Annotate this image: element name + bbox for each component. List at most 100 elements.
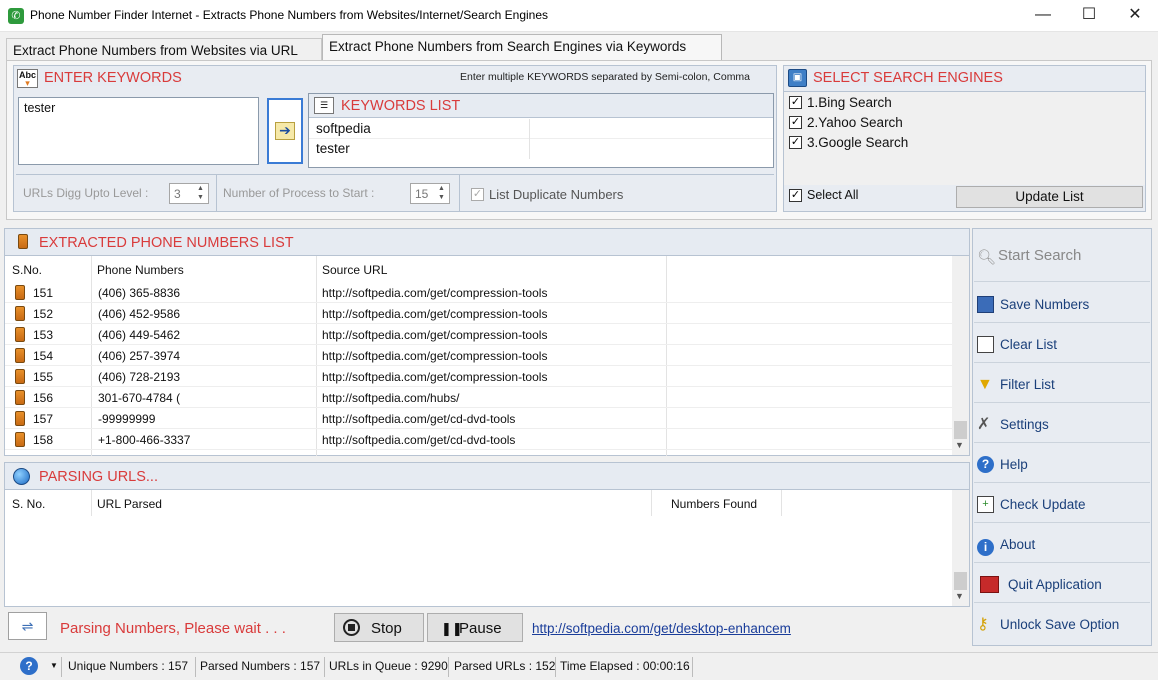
- select-all-checkbox[interactable]: ✓: [789, 189, 802, 202]
- start-search-button[interactable]: 🔍︎ Start Search: [974, 236, 1150, 282]
- quit-application-button[interactable]: Quit Application: [974, 565, 1150, 603]
- scrollbar-thumb[interactable]: [954, 421, 967, 439]
- table-row[interactable]: 156 301-670-4784 (http://softpedia.com/hu…: [5, 387, 953, 408]
- row-phone: -99999999: [98, 412, 156, 426]
- table-row[interactable]: 158 +1-800-466-3337 http://softpedia.com/g…: [5, 429, 953, 450]
- row-url: http://softpedia.com/hubs/: [322, 391, 460, 405]
- table-row[interactable]: 157 -99999999 http://softpedia.com/get/cd-…: [5, 408, 953, 429]
- row-phone: (406) 449-5462: [98, 328, 181, 342]
- digg-level-label: URLs Digg Upto Level :: [23, 186, 149, 200]
- keyword-input[interactable]: tester: [18, 97, 259, 165]
- save-numbers-button[interactable]: Save Numbers: [974, 285, 1150, 323]
- yahoo-checkbox[interactable]: ✓: [789, 116, 802, 129]
- maximize-button[interactable]: ☐: [1066, 0, 1112, 32]
- parsing-header-bar: PARSING URLS...: [5, 463, 969, 490]
- row-phone: (406) 452-9586: [98, 307, 181, 321]
- table-row[interactable]: 153 (406) 449-5462 http://softpedia.com/ge…: [5, 324, 953, 345]
- duplicates-checkbox[interactable]: ✓: [471, 188, 484, 201]
- process-count-spinner[interactable]: 15 ▲ ▼: [410, 183, 450, 204]
- keywords-header: ENTER KEYWORDS: [44, 70, 182, 86]
- help-icon[interactable]: ?: [20, 657, 38, 675]
- keyword-label: tester: [316, 141, 350, 156]
- check-update-button[interactable]: + Check Update: [974, 485, 1150, 523]
- table-row[interactable]: 152 (406) 452-9586 http://softpedia.com/ge…: [5, 303, 953, 324]
- yahoo-label: 2.Yahoo Search: [807, 115, 903, 130]
- row-url: http://softpedia.com/get/compression-too…: [322, 349, 548, 363]
- tab-websites-url[interactable]: Extract Phone Numbers from Websites via …: [6, 38, 322, 62]
- divider: [216, 175, 217, 211]
- column-divider: [651, 490, 652, 516]
- settings-button[interactable]: ✗ Settings: [974, 405, 1150, 443]
- list-item[interactable]: tester: [309, 139, 773, 159]
- phone-icon: [15, 327, 25, 342]
- clear-list-label: Clear List: [1000, 337, 1058, 352]
- row-sno: 157: [33, 412, 54, 426]
- extracted-scrollbar[interactable]: ▼: [952, 256, 969, 455]
- extracted-table-header: S.No. Phone Numbers Source URL: [5, 256, 953, 456]
- unique-numbers-count: Unique Numbers : 157: [68, 659, 189, 673]
- unlock-save-button[interactable]: ⚷ Unlock Save Option: [974, 605, 1150, 643]
- row-phone: (406) 365-8836: [98, 286, 181, 300]
- globe-icon: [13, 468, 30, 485]
- extracted-panel: EXTRACTED PHONE NUMBERS LIST S.No. Phone…: [4, 228, 970, 456]
- table-row[interactable]: 155 (406) 728-2193 http://softpedia.com/ge…: [5, 366, 953, 387]
- table-row[interactable]: 154 (406) 257-3974 http://softpedia.com/ge…: [5, 345, 953, 366]
- keywords-panel: Abc ▾ ENTER KEYWORDS Enter multiple KEYWO…: [13, 65, 777, 212]
- stop-button[interactable]: Stop: [334, 613, 424, 642]
- col-sno[interactable]: S.No.: [12, 263, 42, 277]
- softpedia-link[interactable]: http://softpedia.com/get/desktop-enhance…: [532, 621, 791, 636]
- col-url-parsed[interactable]: URL Parsed: [97, 497, 162, 511]
- chevron-down-icon[interactable]: ▼: [955, 440, 964, 450]
- tab-search-engines[interactable]: Extract Phone Numbers from Search Engine…: [322, 34, 722, 62]
- keywords-list-header-bar: ☰ KEYWORDS LIST: [309, 94, 773, 118]
- google-checkbox[interactable]: ✓: [789, 136, 802, 149]
- pause-button[interactable]: ❚❚ Pause: [427, 613, 523, 642]
- save-icon: [977, 296, 994, 313]
- chevron-down-icon[interactable]: ▼: [50, 661, 58, 670]
- check-update-label: Check Update: [1000, 497, 1086, 512]
- add-keyword-button[interactable]: ➔: [267, 98, 303, 164]
- abc-icon: Abc ▾: [17, 69, 38, 88]
- row-url: http://softpedia.com/get/compression-too…: [322, 370, 548, 384]
- divider: [459, 175, 460, 211]
- about-button[interactable]: i About: [974, 525, 1150, 563]
- duplicates-label: List Duplicate Numbers: [489, 187, 624, 202]
- row-sno: 154: [33, 349, 54, 363]
- filter-icon: ▼: [977, 376, 993, 393]
- search-icon: 🔍︎: [977, 249, 997, 266]
- clear-list-button[interactable]: Clear List: [974, 325, 1150, 363]
- about-icon: i: [977, 539, 994, 556]
- clear-icon: [977, 336, 994, 353]
- table-row[interactable]: 151 (406) 365-8836 http://softpedia.com/ge…: [5, 282, 953, 303]
- close-button[interactable]: ✕: [1112, 0, 1158, 32]
- parsing-status-text: Parsing Numbers, Please wait . . .: [60, 620, 286, 637]
- minimize-button[interactable]: —: [1020, 0, 1066, 32]
- parsing-scrollbar[interactable]: ▼: [952, 490, 969, 606]
- help-button[interactable]: ? Help: [974, 445, 1150, 483]
- divider: [692, 657, 693, 677]
- start-search-label: Start Search: [998, 247, 1082, 264]
- column-divider: [781, 490, 782, 516]
- parsing-panel: PARSING URLS... S. No. URL Parsed Number…: [4, 462, 970, 607]
- col-sno[interactable]: S. No.: [12, 497, 45, 511]
- extracted-header: EXTRACTED PHONE NUMBERS LIST: [39, 235, 294, 251]
- divider: [448, 657, 449, 677]
- search-engines-panel: ▣ SELECT SEARCH ENGINES ✓ 1.Bing Search …: [783, 65, 1146, 212]
- col-source-url[interactable]: Source URL: [322, 263, 387, 277]
- col-phone[interactable]: Phone Numbers: [97, 263, 184, 277]
- stop-label: Stop: [371, 620, 402, 637]
- update-list-button[interactable]: Update List: [956, 186, 1143, 208]
- scrollbar-thumb[interactable]: [954, 572, 967, 590]
- chevron-down-icon[interactable]: ▼: [955, 591, 964, 601]
- digg-level-spinner[interactable]: 3 ▲ ▼: [169, 183, 209, 204]
- row-phone: 301-670-4784 (: [98, 391, 181, 405]
- spinner-arrows-icon: ▲ ▼: [197, 185, 204, 201]
- settings-icon: ✗: [977, 416, 991, 433]
- row-phone: (406) 728-2193: [98, 370, 181, 384]
- bing-checkbox[interactable]: ✓: [789, 96, 802, 109]
- filter-list-button[interactable]: ▼ Filter List: [974, 365, 1150, 403]
- col-numbers-found[interactable]: Numbers Found: [671, 497, 757, 511]
- settings-label: Settings: [1000, 417, 1049, 432]
- list-item[interactable]: softpedia: [309, 119, 773, 159]
- divider: [195, 657, 196, 677]
